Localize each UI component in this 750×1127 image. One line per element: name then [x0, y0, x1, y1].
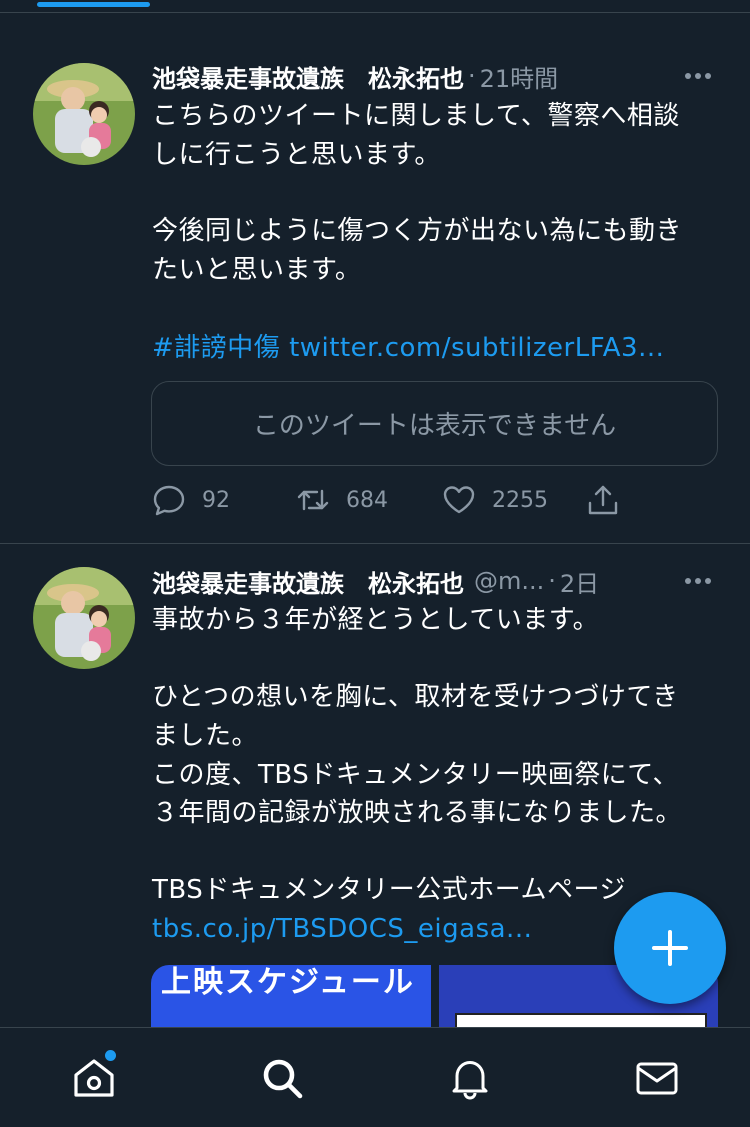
retweet-icon	[297, 489, 329, 511]
separator-dot: ·	[468, 62, 476, 90]
heart-icon	[443, 486, 475, 514]
nav-messages[interactable]	[633, 1054, 681, 1102]
mail-icon	[636, 1062, 678, 1095]
tweet-divider	[0, 543, 750, 544]
reply-count: 92	[202, 487, 230, 513]
tweet-text-line: ひとつの想いを胸に、取材を受けつづけてき	[152, 682, 679, 712]
tweet-text-line: ました。	[152, 721, 259, 751]
more-icon[interactable]	[682, 66, 714, 86]
plus-icon	[652, 930, 688, 966]
tweet-text-line: しに行こうと思います。	[152, 140, 441, 170]
nav-notifications[interactable]	[446, 1054, 494, 1102]
avatar[interactable]	[33, 63, 135, 165]
tweet-actions: 92 684 2255	[152, 480, 632, 520]
active-tab-indicator	[37, 2, 150, 7]
share-button[interactable]	[586, 480, 620, 520]
nav-search[interactable]	[258, 1054, 306, 1102]
like-count: 2255	[492, 487, 548, 513]
reply-icon	[153, 485, 185, 516]
tweet-link-line: tbs.co.jp/TBSDOCS_eigasa...	[152, 911, 532, 947]
home-notification-dot	[105, 1050, 116, 1061]
tweet-text-line: この度、TBSドキュメンタリー映画祭にて、	[152, 760, 679, 790]
tweet-header: 池袋暴走事故遺族 松永拓也 · 21時間	[152, 59, 712, 93]
more-icon[interactable]	[682, 571, 714, 591]
bell-icon	[452, 1061, 488, 1100]
tweet-text-line: こちらのツイートに関しまして、警察へ相談	[152, 101, 680, 131]
unavailable-message: このツイートは表示できません	[252, 411, 617, 441]
hashtag-link[interactable]: #誹謗中傷	[152, 333, 280, 363]
tweet-time[interactable]: 21時間	[480, 59, 559, 94]
like-button[interactable]: 2255	[442, 480, 548, 520]
tweet-text-line: 今後同じように傷つく方が出ない為にも動き	[152, 216, 683, 246]
author-name[interactable]: 池袋暴走事故遺族 松永拓也	[152, 59, 464, 94]
tweet-text-line: 事故から３年が経とうとしています。	[152, 605, 600, 635]
home-icon	[74, 1059, 114, 1097]
search-icon	[263, 1059, 303, 1099]
separator-dot: ·	[548, 567, 556, 595]
bottom-navigation	[0, 1027, 750, 1127]
share-icon	[588, 485, 618, 515]
media-image-schedule[interactable]: 上映スケジュール	[151, 965, 431, 1035]
url-link[interactable]: twitter.com/subtilizerLFA3...	[289, 333, 664, 363]
retweet-count: 684	[346, 487, 388, 513]
tweet-text-line: TBSドキュメンタリー公式ホームページ	[152, 875, 626, 905]
quoted-tweet-unavailable[interactable]: このツイートは表示できません	[151, 381, 718, 466]
tweet-text-line: たいと思います。	[152, 255, 362, 285]
media-image-title: 上映スケジュール	[161, 965, 415, 1000]
compose-button[interactable]	[614, 892, 726, 1004]
retweet-button[interactable]: 684	[296, 480, 388, 520]
url-link[interactable]: tbs.co.jp/TBSDOCS_eigasa...	[152, 914, 532, 944]
avatar[interactable]	[33, 567, 135, 669]
author-handle[interactable]: @m...	[474, 567, 544, 595]
reply-button[interactable]: 92	[152, 480, 230, 520]
nav-home[interactable]	[70, 1050, 118, 1102]
tweet-time[interactable]: 2日	[560, 564, 599, 599]
tweet-header: 池袋暴走事故遺族 松永拓也 @m... · 2日	[152, 564, 712, 598]
tweet-link-line: #誹謗中傷 twitter.com/subtilizerLFA3...	[152, 330, 664, 366]
tweet-text-line: ３年間の記録が放映される事になりました。	[152, 798, 683, 828]
top-tab-strip	[0, 0, 750, 13]
author-name[interactable]: 池袋暴走事故遺族 松永拓也	[152, 564, 464, 599]
